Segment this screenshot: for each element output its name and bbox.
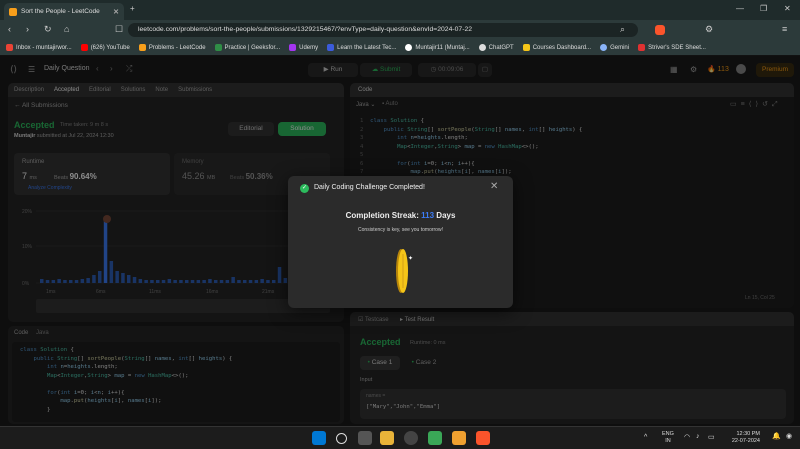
bookmark-item[interactable]: Udemy [289,44,318,51]
udemy-icon [289,44,297,51]
bookmark-item[interactable]: Inbox - muntajirwor... [6,44,72,51]
brave-browser-icon[interactable] [476,431,490,445]
back-icon[interactable]: ‹ [8,24,11,34]
app-icon[interactable] [428,431,442,445]
bookmark-item[interactable]: Muntajir11 (Muntaj... [405,44,470,51]
extensions-icon[interactable]: ⚙ [705,24,713,35]
language-indicator[interactable]: ENG IN [662,431,674,445]
close-icon[interactable]: ✕ [490,181,498,192]
url-field[interactable]: leetcode.com/problems/sort-the-people/su… [128,23,638,37]
check-circle-icon: ✓ [300,184,309,193]
completion-streak: Completion Streak: 113 Days [345,211,456,220]
youtube-icon [80,44,88,51]
home-icon[interactable]: ⌂ [64,24,69,34]
address-bar-row: ‹ › ↻ ⌂ ☐ leetcode.com/problems/sort-the… [0,20,800,40]
battery-icon[interactable]: ▭ [708,433,715,441]
clock[interactable]: 12:30 PM 22-07-2024 [728,431,760,445]
notifications-icon[interactable]: 🔔 [772,432,781,440]
leetcode-favicon-icon [9,7,17,16]
volume-icon[interactable]: ♪ [696,433,700,440]
leetcode-icon [138,44,146,51]
close-tab-icon[interactable]: ✕ [113,8,119,16]
maximize-icon[interactable]: ❐ [760,4,767,13]
show-hidden-icons[interactable]: ^ [644,434,647,441]
bookmark-item[interactable]: Problems - LeetCode [138,44,206,51]
daily-challenge-modal: ✓ Daily Coding Challenge Completed! ✕ Co… [288,176,513,308]
bookmark-item[interactable]: Practice | Geeksfor... [214,44,280,51]
forward-icon[interactable]: › [26,24,29,34]
browser-tab[interactable]: Sort the People - LeetCode ✕ [4,3,124,20]
bookmark-item[interactable]: Learn the Latest Tec... [327,44,396,51]
folder-icon[interactable] [452,431,466,445]
chatgpt-icon [478,44,486,51]
gfg-icon [214,44,222,51]
brave-shield-icon[interactable] [655,25,665,35]
github-icon [405,44,413,51]
svg-text:✦: ✦ [408,255,413,262]
courses-icon [522,44,530,51]
menu-icon[interactable]: ≡ [782,24,787,34]
learn-icon [327,44,335,51]
minimize-icon[interactable]: — [736,4,744,13]
copilot-icon[interactable]: ◉ [786,432,792,440]
file-explorer-icon[interactable] [380,431,394,445]
close-window-icon[interactable]: ✕ [784,4,791,13]
bookmark-item[interactable]: Gemini [600,44,629,51]
bookmark-item[interactable]: Courses Dashboard... [522,44,591,51]
gemini-icon [600,44,608,51]
windows-start-icon[interactable] [312,431,326,445]
search-icon[interactable]: ⌕ [620,24,625,35]
bookmarks-bar: Inbox - muntajirwor... (626) YouTube Pro… [0,40,800,56]
reload-icon[interactable]: ↻ [44,24,52,35]
bookmark-item[interactable]: (626) YouTube [80,44,130,51]
windows-taskbar: ^ ENG IN ◠ ♪ ▭ 12:30 PM 22-07-2024 🔔 ◉ [0,426,800,449]
new-tab-icon[interactable]: + [130,4,135,13]
modal-subtitle: Consistency is key, see you tomorrow! [358,227,443,233]
search-icon[interactable] [336,433,347,444]
browser-tab-bar: Sort the People - LeetCode ✕ + — ❐ ✕ [0,0,800,20]
bookmark-page-icon[interactable]: ☐ [115,24,123,35]
bookmark-item[interactable]: ChatGPT [478,44,514,51]
bookmark-item[interactable]: Striver's SDE Sheet... [638,44,706,51]
task-view-icon[interactable] [358,431,372,445]
wifi-icon[interactable]: ◠ [684,433,690,441]
striver-icon [638,44,646,51]
modal-title: Daily Coding Challenge Completed! [314,184,425,191]
gmail-icon [6,44,13,51]
obs-icon[interactable] [404,431,418,445]
coin-icon: ✦ [396,249,413,293]
tab-title: Sort the People - LeetCode [21,8,100,15]
